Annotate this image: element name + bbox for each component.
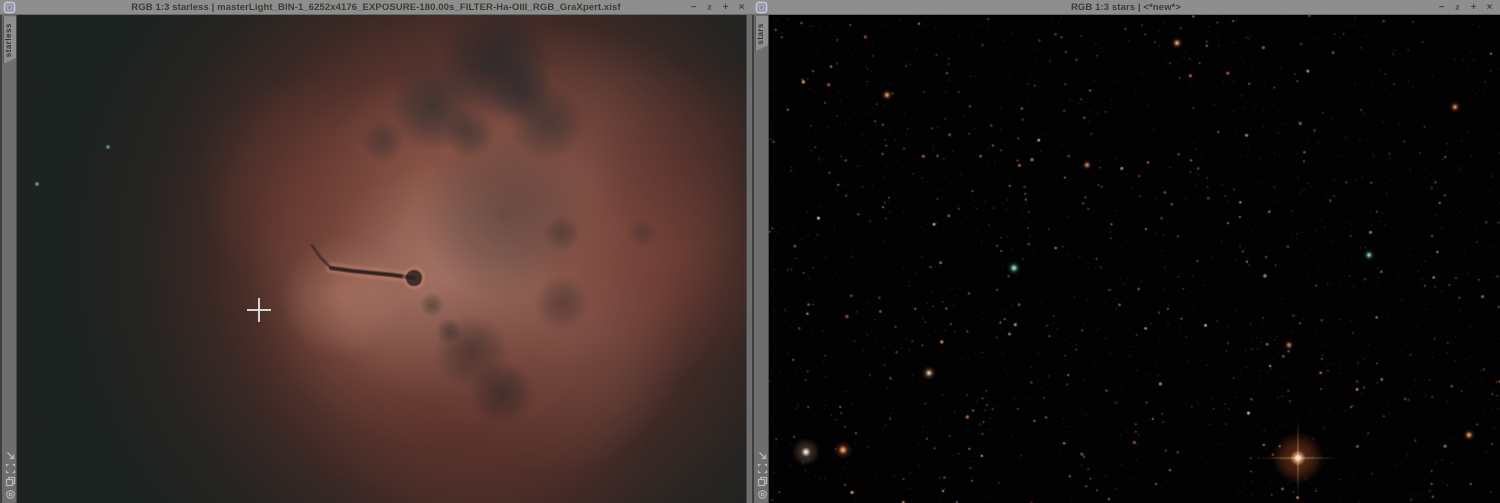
window-title: RGB 1:3 starless | masterLight_BIN-1_625…	[131, 1, 621, 13]
iconize-button[interactable]: −	[689, 0, 698, 15]
window-side-frame: starless	[0, 15, 16, 503]
close-button[interactable]: ×	[737, 0, 746, 15]
close-button[interactable]: ×	[1485, 0, 1494, 15]
view-tab-starless[interactable]: starless	[3, 16, 17, 64]
stars-image-view[interactable]	[768, 15, 1500, 503]
pixinsight-workspace: RGB 1:3 starless | masterLight_BIN-1_625…	[0, 0, 1500, 503]
shade-button[interactable]: z	[1453, 1, 1462, 14]
maximize-button[interactable]: +	[721, 0, 730, 15]
titlebar-starless[interactable]: RGB 1:3 starless | masterLight_BIN-1_625…	[0, 0, 752, 15]
view-tab-stars[interactable]: stars	[755, 16, 769, 52]
copy-icon[interactable]	[5, 476, 16, 487]
target-icon[interactable]	[757, 489, 768, 500]
window-side-frame: stars	[752, 15, 768, 503]
shade-button[interactable]: z	[705, 1, 714, 14]
nebula-image[interactable]	[17, 15, 747, 503]
titlebar-stars[interactable]: RGB 1:3 stars | <*new*> − z + ×	[752, 0, 1500, 15]
window-title: RGB 1:3 stars | <*new*>	[1070, 1, 1182, 13]
resize-arrow-icon[interactable]	[757, 450, 768, 461]
maximize-button[interactable]: +	[1469, 0, 1478, 15]
resize-arrow-icon[interactable]	[5, 450, 16, 461]
starfield-image[interactable]	[769, 15, 1500, 503]
frame-icon[interactable]	[5, 463, 16, 474]
image-window-starless: RGB 1:3 starless | masterLight_BIN-1_625…	[0, 0, 752, 503]
target-icon[interactable]	[5, 489, 16, 500]
image-window-stars: RGB 1:3 stars | <*new*> − z + × stars	[752, 0, 1500, 503]
frame-icon[interactable]	[757, 463, 768, 474]
iconize-button[interactable]: −	[1437, 0, 1446, 15]
starless-image-view[interactable]	[16, 15, 747, 503]
copy-icon[interactable]	[757, 476, 768, 487]
